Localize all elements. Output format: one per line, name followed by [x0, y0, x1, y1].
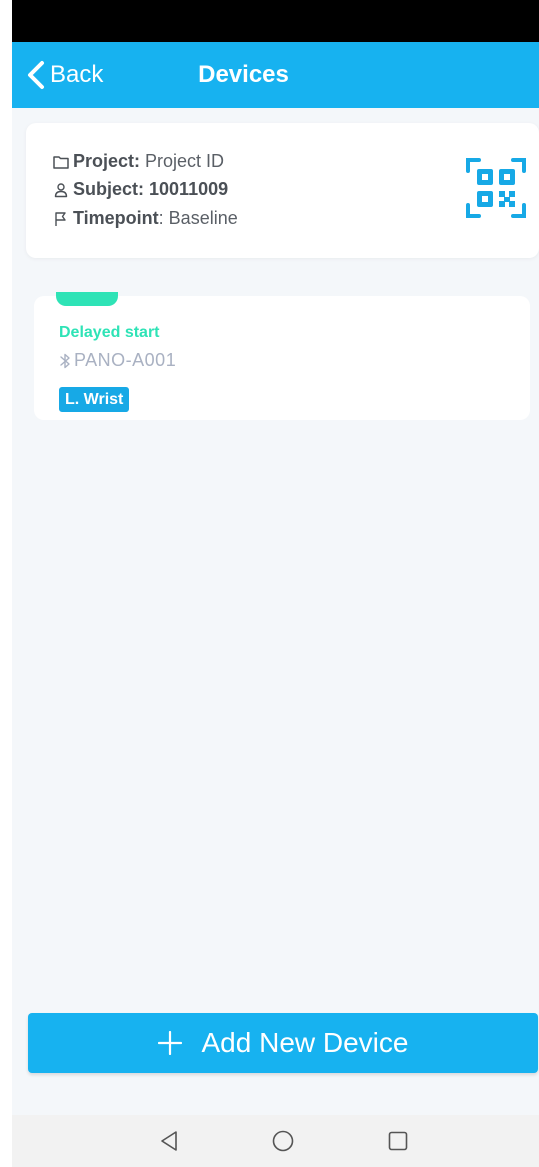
project-value: Project ID [145, 151, 225, 171]
system-nav-bar [12, 1115, 539, 1167]
project-label: Project: [73, 151, 141, 171]
location-badge: L. Wrist [59, 387, 130, 412]
subject-row: Subject: 10011009 [52, 179, 228, 200]
person-icon [54, 182, 68, 197]
app-bar: Back Devices [12, 42, 539, 108]
nav-home-icon[interactable] [269, 1127, 297, 1155]
add-new-device-button[interactable]: Add New Device [28, 1013, 538, 1073]
folder-icon [53, 155, 69, 169]
device-status: Delayed start [59, 324, 160, 341]
status-bar [12, 0, 539, 42]
timepoint-row: Timepoint : Baseline [52, 208, 238, 229]
add-new-device-label: Add New Device [201, 1027, 409, 1058]
status-indicator [56, 292, 118, 306]
plus-icon [157, 1031, 182, 1055]
device-card[interactable]: Delayed start PANO-A001 L. Wrist [34, 292, 530, 420]
project-row: Project: Project ID [52, 151, 224, 172]
flag-icon [55, 211, 66, 226]
nav-back-icon[interactable] [156, 1127, 184, 1155]
device-id-row: PANO-A001 [59, 350, 176, 371]
subject-label: Subject: [73, 179, 145, 199]
session-info-card: Project: Project ID Subject: 10011009 Ti… [26, 123, 539, 258]
page-title: Devices [198, 61, 289, 88]
screen: Back Devices Project: Project ID Subject… [12, 0, 539, 1167]
nav-recents-icon[interactable] [384, 1127, 412, 1155]
timepoint-label: Timepoint [73, 208, 159, 228]
bluetooth-icon [60, 353, 70, 368]
subject-value: 10011009 [149, 179, 229, 199]
qr-scan-icon[interactable] [465, 157, 527, 219]
device-id: PANO-A001 [74, 350, 177, 370]
timepoint-value: : Baseline [158, 208, 238, 228]
